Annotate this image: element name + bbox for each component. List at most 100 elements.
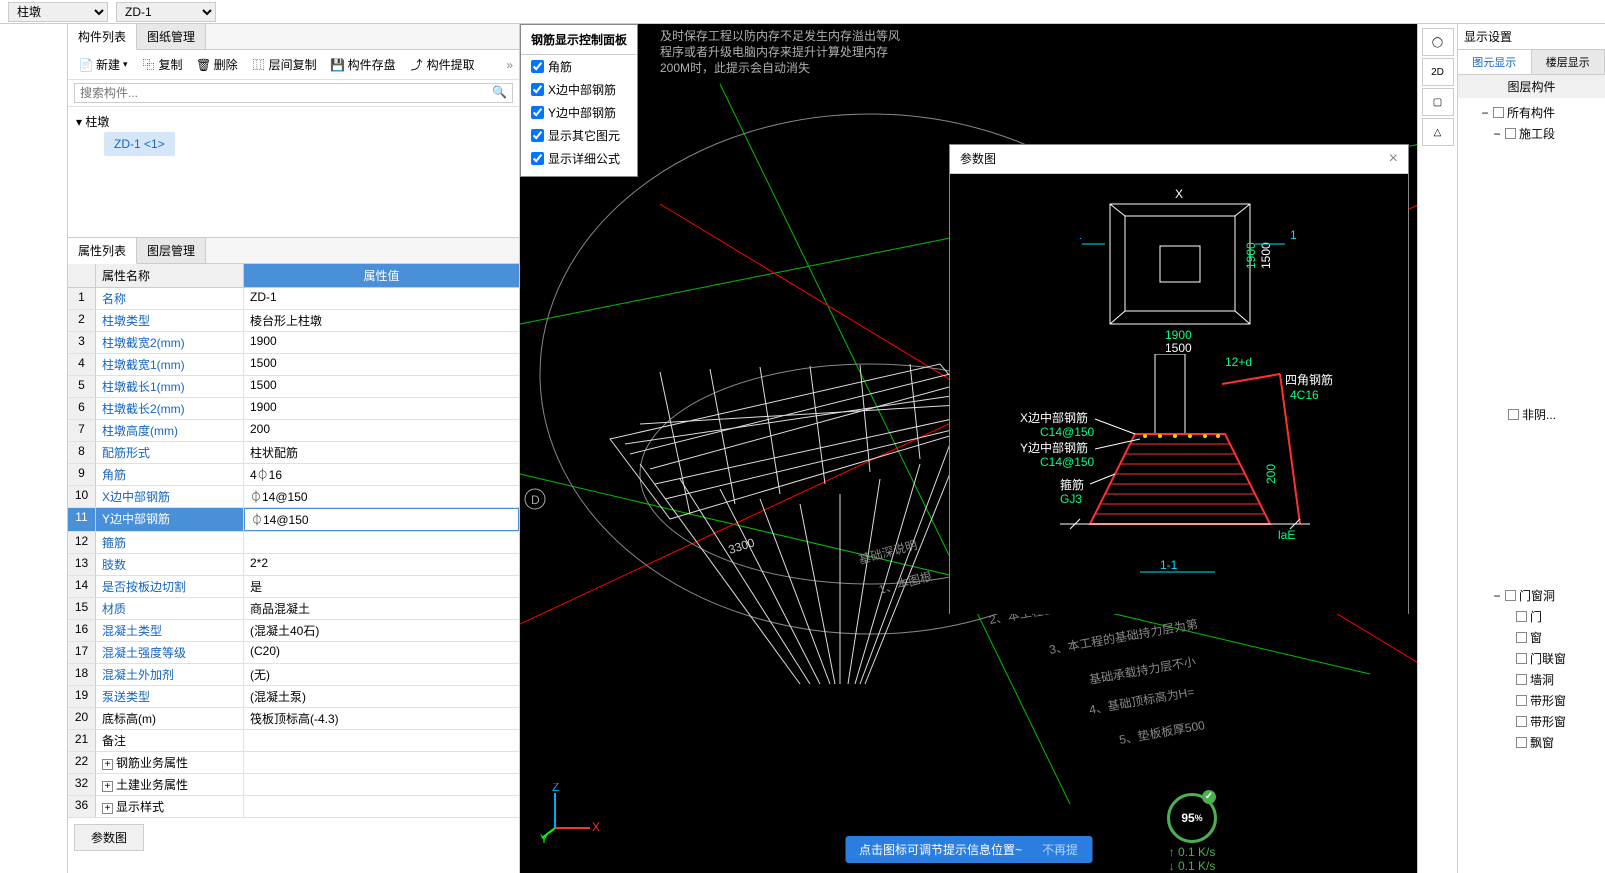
tip-bar: 点击图标可调节提示信息位置~ 不再提 — [845, 836, 1092, 863]
prop-row[interactable]: 4柱墩截宽1(mm)1500 — [68, 354, 519, 376]
param-diagram-button[interactable]: 参数图 — [74, 824, 144, 851]
component-tree: ▾ 柱墩 ZD-1 <1> — [68, 107, 519, 237]
rebar-checkbox-item[interactable]: Y边中部钢筋 — [521, 101, 637, 124]
layer-door-group[interactable]: −门窗洞 — [1460, 585, 1603, 606]
rebar-control-panel: 钢筋显示控制面板 角筋X边中部钢筋Y边中部钢筋显示其它图元显示详细公式 — [520, 24, 638, 177]
svg-text:X边中部钢筋: X边中部钢筋 — [1020, 410, 1088, 425]
svg-text:3、本工程的基础持力层为第: 3、本工程的基础持力层为第 — [1048, 616, 1199, 657]
prop-row[interactable]: 8配筋形式柱状配筋 — [68, 442, 519, 464]
param-window: 参数图 × X Y 1900 1500 19 — [949, 144, 1409, 614]
svg-text:1: 1 — [1290, 228, 1297, 242]
layer-item[interactable]: 门 — [1460, 606, 1603, 627]
prop-row[interactable]: 20底标高(m)筏板顶标高(-4.3) — [68, 708, 519, 730]
perf-gauge: 95% ✓ — [1167, 793, 1217, 843]
item-select[interactable]: ZD-1 — [116, 2, 216, 22]
prop-row[interactable]: 1名称ZD-1 — [68, 288, 519, 310]
prop-row[interactable]: 22+钢筋业务属性 — [68, 752, 519, 774]
svg-text:5、垫板板厚500: 5、垫板板厚500 — [1118, 717, 1206, 747]
save-icon: 💾 — [331, 58, 345, 72]
tab-floor-display[interactable]: 楼层显示 — [1532, 50, 1605, 74]
tab-drawings[interactable]: 图纸管理 — [137, 24, 206, 49]
memory-warning: 及时保存工程以防内存不足发生内存溢出等风 程序或者升级电脑内存来提升计算处理内存… — [660, 28, 900, 76]
prop-row[interactable]: 18混凝土外加剂(无) — [68, 664, 519, 686]
prop-header-name: 属性名称 — [96, 264, 244, 287]
layer-item[interactable]: 带形窗 — [1460, 711, 1603, 732]
svg-text:12+d: 12+d — [1225, 355, 1252, 369]
prop-row[interactable]: 12箍筋 — [68, 532, 519, 554]
view-orbit-button[interactable]: ◯ — [1422, 28, 1454, 56]
tab-layers[interactable]: 图层管理 — [137, 238, 206, 263]
layer-feiyin[interactable]: 非阴... — [1460, 404, 1603, 425]
svg-text:基础承载持力层不小: 基础承载持力层不小 — [1088, 653, 1197, 687]
layer-item[interactable]: 窗 — [1460, 627, 1603, 648]
svg-text:1900: 1900 — [1165, 328, 1192, 342]
prop-header-value: 属性值 — [244, 264, 519, 287]
layer-item[interactable]: 墙洞 — [1460, 669, 1603, 690]
new-button[interactable]: 📄新建▾ — [74, 54, 133, 75]
layer-item[interactable]: 门联窗 — [1460, 648, 1603, 669]
svg-text:Z: Z — [552, 783, 559, 794]
tip-dismiss[interactable]: 不再提 — [1042, 841, 1078, 858]
prop-header: 属性名称 属性值 — [68, 264, 519, 288]
layer-shigong[interactable]: −施工段 — [1460, 123, 1603, 144]
delete-button[interactable]: 🗑删除 — [192, 54, 243, 75]
floor-copy-button[interactable]: ⿲层间复制 — [247, 54, 322, 75]
prop-row[interactable]: 14是否按板边切割是 — [68, 576, 519, 598]
property-section: 属性列表 图层管理 属性名称 属性值 1名称ZD-12柱墩类型棱台形上柱墩3柱墩… — [68, 237, 519, 873]
rebar-panel-title: 钢筋显示控制面板 — [521, 25, 637, 55]
prop-row[interactable]: 9角筋4⏀16 — [68, 464, 519, 486]
toolbar-more[interactable]: » — [506, 58, 513, 72]
prop-row[interactable]: 16混凝土类型(混凝土40石) — [68, 620, 519, 642]
viewport-3d[interactable]: 钢筋显示控制面板 角筋X边中部钢筋Y边中部钢筋显示其它图元显示详细公式 及时保存… — [520, 24, 1417, 873]
rebar-checkbox-item[interactable]: 显示其它图元 — [521, 124, 637, 147]
prop-row[interactable]: 21备注 — [68, 730, 519, 752]
layer-all[interactable]: −所有构件 — [1460, 102, 1603, 123]
tree-root[interactable]: ▾ 柱墩 — [76, 111, 511, 132]
tab-elem-display[interactable]: 图元显示 — [1458, 50, 1532, 74]
top-toolbar: 柱墩 ZD-1 — [0, 0, 1605, 24]
prop-row[interactable]: 17混凝土强度等级(C20) — [68, 642, 519, 664]
extract-button[interactable]: ⤴构件提取 — [405, 54, 480, 75]
view-cube-button[interactable]: ▢ — [1422, 88, 1454, 116]
layer-item[interactable]: 带形窗 — [1460, 690, 1603, 711]
layer-item[interactable]: 飘窗 — [1460, 732, 1603, 753]
prop-row[interactable]: 13肢数2*2 — [68, 554, 519, 576]
prop-row[interactable]: 3柱墩截宽2(mm)1900 — [68, 332, 519, 354]
tab-props[interactable]: 属性列表 — [68, 238, 137, 264]
svg-text:1、本图根: 1、本图根 — [877, 569, 933, 597]
prop-row[interactable]: 32+土建业务属性 — [68, 774, 519, 796]
tree-item-zd1[interactable]: ZD-1 <1> — [104, 132, 175, 156]
prop-row[interactable]: 6柱墩截长2(mm)1900 — [68, 398, 519, 420]
view-2d-button[interactable]: 2D — [1422, 58, 1454, 86]
svg-text:C14@150: C14@150 — [1040, 455, 1095, 469]
prop-row[interactable]: 5柱墩截长1(mm)1500 — [68, 376, 519, 398]
svg-text:4、基础顶标高为H=: 4、基础顶标高为H= — [1088, 684, 1195, 717]
prop-row[interactable]: 11Y边中部钢筋⏀14@150 — [68, 508, 519, 532]
save-button[interactable]: 💾构件存盘 — [326, 54, 401, 75]
rebar-checkbox-item[interactable]: X边中部钢筋 — [521, 78, 637, 101]
close-icon[interactable]: × — [1389, 150, 1398, 168]
category-select[interactable]: 柱墩 — [8, 2, 108, 22]
view-mode-strip: ◯ 2D ▢ △ — [1417, 24, 1457, 873]
svg-text:1900: 1900 — [1244, 242, 1258, 269]
prop-row[interactable]: 15材质商品混凝土 — [68, 598, 519, 620]
prop-row[interactable]: 10X边中部钢筋⏀14@150 — [68, 486, 519, 508]
tab-components[interactable]: 构件列表 — [68, 24, 137, 50]
copy-button[interactable]: ⿻复制 — [137, 54, 188, 75]
prop-row[interactable]: 7柱墩高度(mm)200 — [68, 420, 519, 442]
component-toolbar: 📄新建▾ ⿻复制 🗑删除 ⿲层间复制 💾构件存盘 ⤴构件提取 » — [68, 50, 519, 80]
search-input[interactable] — [74, 83, 513, 103]
view-tri-button[interactable]: △ — [1422, 118, 1454, 146]
svg-text:200: 200 — [1264, 464, 1278, 484]
layer-header: 图层构件 — [1458, 75, 1605, 98]
tip-text: 点击图标可调节提示信息位置~ — [859, 841, 1022, 858]
prop-row[interactable]: 2柱墩类型棱台形上柱墩 — [68, 310, 519, 332]
axis-gizmo: Z X Y — [540, 783, 600, 843]
rebar-checkbox-item[interactable]: 角筋 — [521, 55, 637, 78]
prop-row[interactable]: 36+显示样式 — [68, 796, 519, 818]
prop-row[interactable]: 19泵送类型(混凝土泵) — [68, 686, 519, 708]
svg-text:1: 1 — [1080, 228, 1082, 242]
search-icon[interactable]: 🔍 — [492, 85, 507, 99]
rebar-checkbox-item[interactable]: 显示详细公式 — [521, 147, 637, 170]
section-diagram: X边中部钢筋 C14@150 Y边中部钢筋 C14@150 箍筋 GJ3 12+… — [1000, 354, 1360, 604]
